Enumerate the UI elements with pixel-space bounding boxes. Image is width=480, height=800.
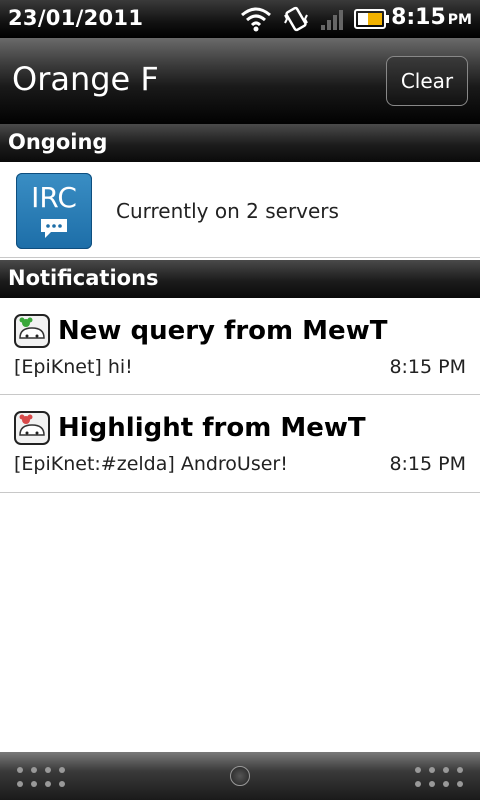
clear-button[interactable]: Clear — [386, 56, 468, 106]
grip-dots-icon — [415, 767, 463, 787]
carrier-title: Orange F — [12, 60, 159, 98]
mew-app-icon — [14, 314, 50, 348]
panel-drag-handle[interactable] — [0, 752, 480, 800]
irc-app-icon: IRC — [16, 173, 92, 249]
wifi-icon — [241, 7, 271, 32]
status-time: 8:15 PM — [391, 5, 472, 30]
status-bar: 23/01/2011 8:15 PM — [0, 0, 480, 38]
notification-body: [EpiKnet:#zelda] AndroUser! — [14, 453, 288, 475]
notification-title: New query from MewT — [58, 316, 388, 346]
ongoing-item-irc[interactable]: IRC Currently on 2 servers — [0, 162, 480, 258]
notification-time: 8:15 PM — [389, 356, 466, 378]
vibrate-icon — [284, 6, 308, 32]
signal-icon — [321, 10, 343, 30]
status-date: 23/01/2011 — [8, 6, 144, 30]
battery-icon — [354, 9, 389, 29]
mew-app-icon — [14, 411, 50, 445]
section-header-ongoing: Ongoing — [0, 124, 480, 162]
notification-body: [EpiKnet] hi! — [14, 356, 133, 378]
notification-item[interactable]: Highlight from MewT [EpiKnet:#zelda] And… — [0, 395, 480, 493]
notification-title: Highlight from MewT — [58, 413, 366, 443]
notification-item[interactable]: New query from MewT [EpiKnet] hi! 8:15 P… — [0, 298, 480, 395]
status-ampm: PM — [447, 12, 472, 28]
notification-panel-header: Orange F Clear — [0, 38, 480, 126]
chat-bubble-icon — [41, 219, 67, 238]
status-time-value: 8:15 — [391, 5, 446, 30]
ongoing-status-text: Currently on 2 servers — [116, 199, 339, 223]
notification-time: 8:15 PM — [389, 453, 466, 475]
status-icons — [240, 4, 390, 34]
irc-icon-label: IRC — [31, 181, 77, 214]
handle-knob-icon[interactable] — [230, 766, 250, 786]
grip-dots-icon — [17, 767, 65, 787]
section-header-notifications: Notifications — [0, 260, 480, 298]
